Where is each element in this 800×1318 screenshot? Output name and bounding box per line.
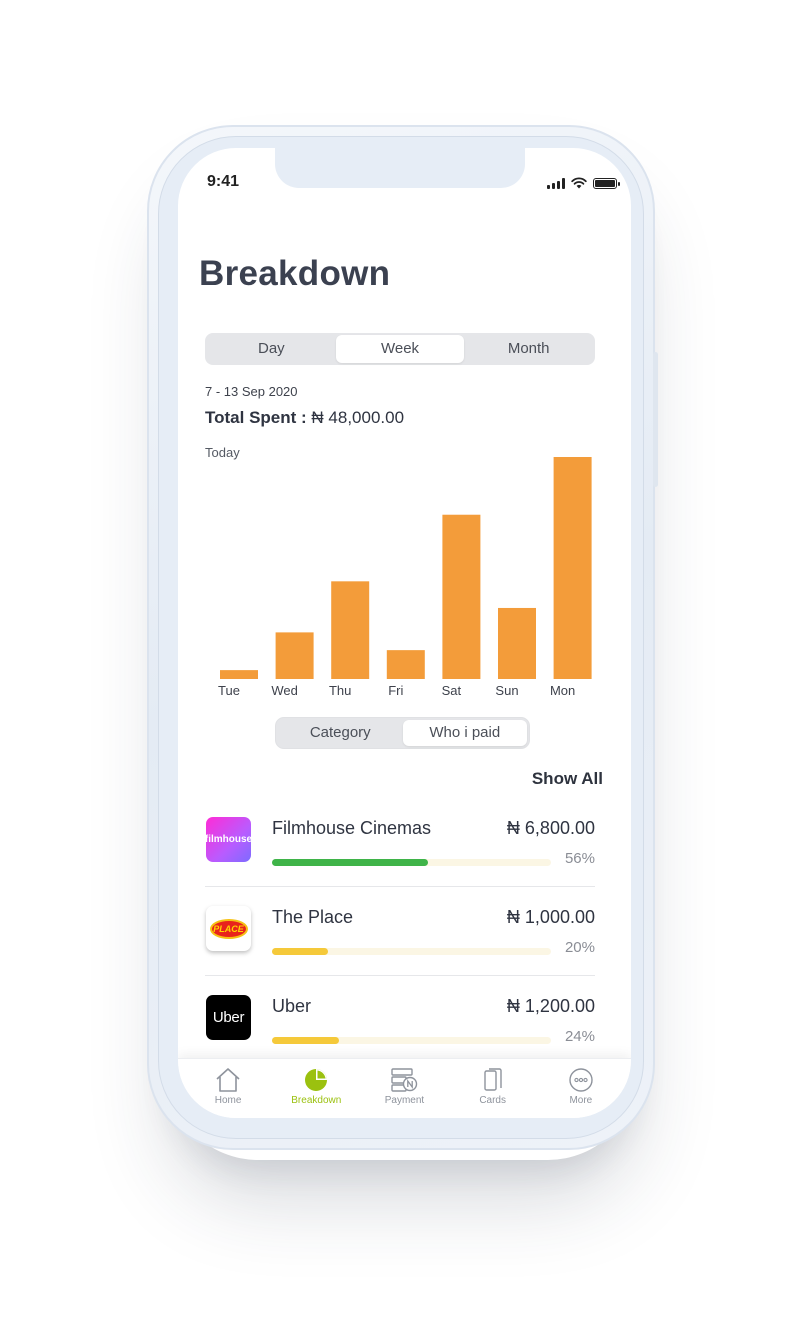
tab-breakdown[interactable]: Breakdown <box>273 1059 359 1118</box>
filmhouse-logo: filmhouse <box>206 817 251 862</box>
payment-icon <box>391 1068 418 1092</box>
chart-bar-fri[interactable] <box>386 650 425 679</box>
tab-home[interactable]: Home <box>185 1059 271 1118</box>
tab-cards-label: Cards <box>479 1095 506 1106</box>
chart-bar-sun[interactable] <box>498 607 536 679</box>
tab-day[interactable]: Day <box>207 335 336 363</box>
uber-logo: Uber <box>206 995 251 1040</box>
chart-tick-label: Fri <box>388 683 403 698</box>
bottom-tab-bar: Home Breakdown Payment Cards More <box>178 1058 631 1118</box>
view-segmented-control: Category Who i paid <box>275 717 530 749</box>
merchant-amount: ₦ 6,800.00 <box>506 818 595 838</box>
tab-more-label: More <box>569 1095 593 1106</box>
the-place-logo-text: PLACE <box>209 918 248 939</box>
chart-bar-mon[interactable] <box>553 457 592 679</box>
chart-tick-label: Sun <box>495 683 518 698</box>
signal-icon <box>547 177 565 189</box>
progress-fill <box>272 859 429 866</box>
chart-bar-tue[interactable] <box>220 670 258 679</box>
merchant-name: Uber <box>272 996 312 1016</box>
merchant-name: Filmhouse Cinemas <box>272 818 432 838</box>
battery-icon <box>593 177 620 189</box>
phone-screen: 9:41 Breakdown Day Week Month 7 - 13 Sep… <box>178 148 631 1118</box>
progress-fill <box>272 1037 339 1044</box>
merchant-name: The Place <box>272 907 354 927</box>
spending-bar-chart: Tue Wed Thu Fri Sat Sun Mon <box>218 457 592 698</box>
show-all-link[interactable]: Show All <box>532 769 603 789</box>
period-segmented-control: Day Week Month <box>205 333 595 365</box>
phone-side-button <box>653 352 658 487</box>
progress-track <box>272 1037 551 1044</box>
tab-category[interactable]: Category <box>278 720 403 746</box>
page-title: Breakdown <box>199 254 391 293</box>
chart-bar-sat[interactable] <box>442 514 481 679</box>
chart-tick-label: Sat <box>442 683 462 698</box>
progress-fill <box>272 948 328 955</box>
merchant-amount: ₦ 1,200.00 <box>506 996 595 1016</box>
tab-week[interactable]: Week <box>335 335 465 363</box>
tab-cards[interactable]: Cards <box>450 1059 536 1118</box>
total-spent-label: Total Spent : <box>205 408 307 427</box>
the-place-logo: PLACE <box>206 906 251 951</box>
list-item[interactable]: filmhouse Filmhouse Cinemas ₦ 6,800.00 5… <box>205 798 595 887</box>
tab-month[interactable]: Month <box>464 335 593 363</box>
chart-bar-thu[interactable] <box>331 581 370 679</box>
tab-who-i-paid[interactable]: Who i paid <box>402 720 527 746</box>
uber-logo-text: Uber <box>212 1009 245 1026</box>
chart-tick-label: Mon <box>550 683 575 698</box>
merchant-amount: ₦ 1,000.00 <box>506 907 595 927</box>
merchant-percent: 56% <box>564 850 595 867</box>
tab-payment-label: Payment <box>384 1095 425 1106</box>
chart-bar-wed[interactable] <box>275 632 314 679</box>
progress-track <box>272 948 551 955</box>
tab-breakdown-label: Breakdown <box>291 1095 342 1106</box>
filmhouse-logo-text: filmhouse <box>206 834 251 845</box>
wifi-icon <box>571 177 587 189</box>
notch <box>275 148 525 188</box>
chart-tick-label: Tue <box>218 683 240 698</box>
cards-icon <box>483 1068 502 1091</box>
tab-more[interactable]: More <box>538 1059 624 1118</box>
pie-chart-icon <box>305 1069 328 1091</box>
progress-track <box>272 859 551 866</box>
status-icons <box>547 177 620 189</box>
chart-tick-label: Wed <box>271 683 298 698</box>
total-spent: Total Spent : ₦ 48,000.00 <box>205 408 404 428</box>
tab-home-label: Home <box>214 1095 242 1106</box>
merchant-percent: 20% <box>564 939 595 956</box>
date-range: 7 - 13 Sep 2020 <box>205 384 298 399</box>
chart-tick-label: Thu <box>329 683 351 698</box>
merchant-list: filmhouse Filmhouse Cinemas ₦ 6,800.00 5… <box>205 798 595 1065</box>
tab-payment[interactable]: Payment <box>361 1059 447 1118</box>
merchant-percent: 24% <box>564 1028 595 1045</box>
home-icon <box>216 1068 240 1092</box>
more-icon <box>569 1068 593 1092</box>
list-item[interactable]: Uber Uber ₦ 1,200.00 24% <box>205 976 595 1065</box>
list-item[interactable]: PLACE The Place ₦ 1,000.00 20% <box>205 887 595 976</box>
total-spent-value: ₦ 48,000.00 <box>311 408 405 427</box>
status-time: 9:41 <box>207 173 240 190</box>
